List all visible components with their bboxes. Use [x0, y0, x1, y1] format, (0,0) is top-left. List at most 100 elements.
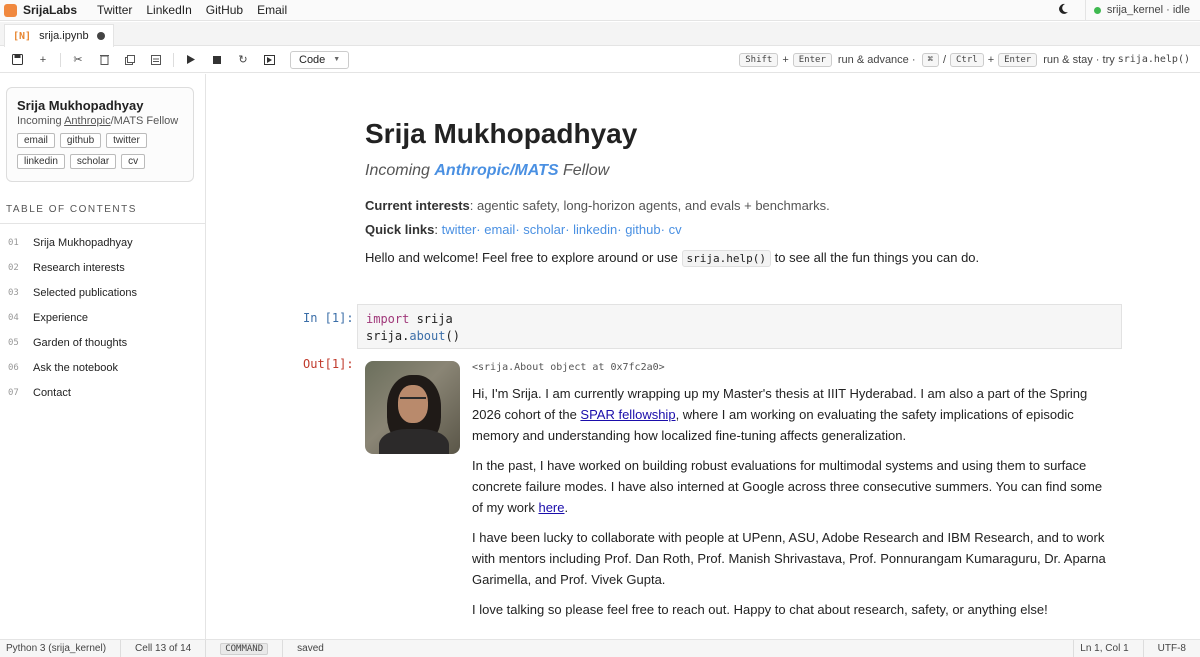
bio-paragraph: Hi, I'm Srija. I am currently wrapping u… — [472, 383, 1112, 446]
welcome-text: Hello and welcome! Feel free to explore … — [365, 250, 980, 267]
chip-twitter[interactable]: twitter — [106, 133, 147, 148]
toc-label: Contact — [33, 386, 71, 399]
delete-icon[interactable] — [91, 49, 117, 71]
kernel-status[interactable]: srija_kernel · idle — [1084, 0, 1200, 20]
hint-help-call: srija.help() — [1117, 54, 1190, 65]
status-encoding: UTF-8 — [1142, 640, 1200, 657]
quick-link-twitter[interactable]: twitter — [442, 222, 477, 237]
toc-number: 04 — [8, 312, 19, 323]
status-cell: Cell 13 of 14 — [121, 640, 207, 657]
code-keyword: import — [366, 312, 410, 326]
kernel-idle-icon — [1093, 6, 1101, 14]
output-prompt: Out[1]: — [303, 357, 354, 371]
bio-paragraph: In the past, I have worked on building r… — [472, 455, 1112, 518]
interests-text: : agentic safety, long-horizon agents, a… — [469, 198, 830, 213]
copy-icon[interactable] — [117, 49, 143, 71]
stop-icon[interactable] — [204, 49, 230, 71]
add-cell-icon[interactable]: + — [30, 49, 56, 71]
tab-bar: [N] srija.ipynb — [0, 22, 1200, 47]
toc-item[interactable]: 02 Research interests — [0, 255, 206, 280]
chevron-down-icon: ▼ — [333, 56, 341, 63]
code-paren: () — [445, 329, 460, 343]
status-kernel[interactable]: Python 3 (srija_kernel) — [0, 640, 122, 657]
page-subtitle: Incoming Anthropic/MATS Fellow — [365, 162, 609, 180]
kbd-enter: Enter — [998, 52, 1038, 67]
save-icon[interactable] — [4, 49, 30, 71]
toc-item[interactable]: 01 Srija Mukhopadhyay — [0, 230, 206, 255]
quick-link-linkedin[interactable]: linkedin — [573, 222, 617, 237]
table-of-contents: 01 Srija Mukhopadhyay 02 Research interest… — [0, 230, 206, 405]
toc-label: Selected publications — [33, 286, 137, 299]
profile-subtitle-post: /MATS Fellow — [110, 115, 179, 127]
chip-linkedin[interactable]: linkedin — [17, 154, 65, 169]
toc-number: 02 — [8, 262, 19, 273]
subtitle-link-mats[interactable]: MATS — [514, 162, 558, 179]
quick-link-github[interactable]: github — [625, 222, 660, 237]
toc-item[interactable]: 06 Ask the notebook — [0, 355, 206, 380]
toc-item[interactable]: 05 Garden of thoughts — [0, 330, 206, 355]
toc-item[interactable]: 03 Selected publications — [0, 280, 206, 305]
run-icon[interactable] — [178, 49, 204, 71]
welcome-pre: Hello and welcome! Feel free to explore … — [365, 250, 682, 265]
cell-type-select[interactable]: Code ▼ — [290, 50, 350, 69]
quick-links-label: Quick links — [365, 222, 435, 237]
brand-name: SrijaLabs — [23, 3, 78, 17]
code-function: about — [409, 329, 446, 343]
run-all-icon[interactable] — [256, 49, 282, 71]
notebook-icon: [N] — [13, 30, 32, 42]
quick-link-scholar[interactable]: scholar — [523, 222, 565, 237]
quick-link-cv[interactable]: cv — [669, 222, 682, 237]
menu-item-github[interactable]: GitHub — [206, 3, 243, 17]
hint-plus: + — [987, 53, 995, 66]
chip-github[interactable]: github — [59, 133, 102, 148]
menu-item-email[interactable]: Email — [257, 3, 287, 17]
code-cell[interactable]: import srija srija.about() — [357, 304, 1122, 349]
kbd-shift: Shift — [739, 52, 779, 67]
unsaved-dot-icon[interactable] — [96, 32, 105, 40]
toc-label: Ask the notebook — [33, 361, 119, 374]
tab-notebook[interactable]: [N] srija.ipynb — [4, 24, 114, 47]
toc-number: 05 — [8, 337, 19, 348]
profile-name: Srija Mukhopadhyay — [17, 98, 144, 113]
page-title: Srija Mukhopadhyay — [365, 118, 638, 149]
restart-icon[interactable]: ↻ — [230, 49, 256, 71]
menu-item-linkedin[interactable]: LinkedIn — [146, 3, 191, 17]
toc-item[interactable]: 07 Contact — [0, 380, 206, 405]
chip-email[interactable]: email — [17, 133, 55, 148]
profile-subtitle: Incoming Anthropic/MATS Fellow — [17, 115, 183, 127]
chip-scholar[interactable]: scholar — [69, 154, 117, 169]
keyboard-hints: Shift + Enter run & advance · ⌘ / Ctrl +… — [735, 52, 1190, 67]
menu-item-twitter[interactable]: Twitter — [97, 3, 132, 17]
subtitle-pre: Incoming — [365, 162, 435, 179]
kernel-status-label: srija_kernel · idle — [1106, 4, 1190, 16]
profile-card: Srija Mukhopadhyay Incoming Anthropic/MA… — [6, 87, 194, 182]
moon-icon[interactable] — [1053, 3, 1073, 18]
cut-icon[interactable]: ✂ — [65, 49, 91, 71]
status-saved: saved — [297, 643, 324, 654]
chip-cv[interactable]: cv — [121, 154, 146, 169]
status-bar: Python 3 (srija_kernel) Cell 13 of 14 CO… — [0, 639, 1200, 657]
welcome-post: to see all the fun things you can do. — [771, 250, 980, 265]
toc-number: 03 — [8, 287, 19, 298]
quick-link-email[interactable]: email — [484, 222, 515, 237]
toc-number: 01 — [8, 237, 19, 248]
spar-link[interactable]: SPAR fellowship — [580, 407, 675, 422]
toc-item[interactable]: 04 Experience — [0, 305, 206, 330]
profile-subtitle-link[interactable]: Anthropic — [64, 115, 110, 127]
hint-run-advance: run & advance · — [837, 53, 916, 66]
subtitle-link-anthropic[interactable]: Anthropic — [434, 162, 510, 179]
code-line: import srija — [366, 311, 1113, 328]
work-link[interactable]: here — [538, 500, 564, 515]
object-repr: <srija.About object at 0x7fc2a0> — [472, 362, 665, 373]
quick-links: Quick links: twitter· email· scholar· li… — [365, 222, 682, 237]
brand[interactable]: SrijaLabs — [4, 3, 77, 17]
paste-icon[interactable] — [143, 49, 169, 71]
status-mode: COMMAND — [220, 642, 269, 655]
toc-label: Garden of thoughts — [33, 336, 128, 349]
toc-divider — [0, 223, 206, 224]
toc-label: Research interests — [33, 261, 125, 274]
cell-type-value: Code — [299, 53, 326, 66]
hint-run-stay: run & stay · try — [1043, 53, 1115, 66]
kbd-enter: Enter — [792, 52, 832, 67]
notebook-area: Srija Mukhopadhyay Incoming Anthropic/MA… — [207, 74, 1200, 639]
